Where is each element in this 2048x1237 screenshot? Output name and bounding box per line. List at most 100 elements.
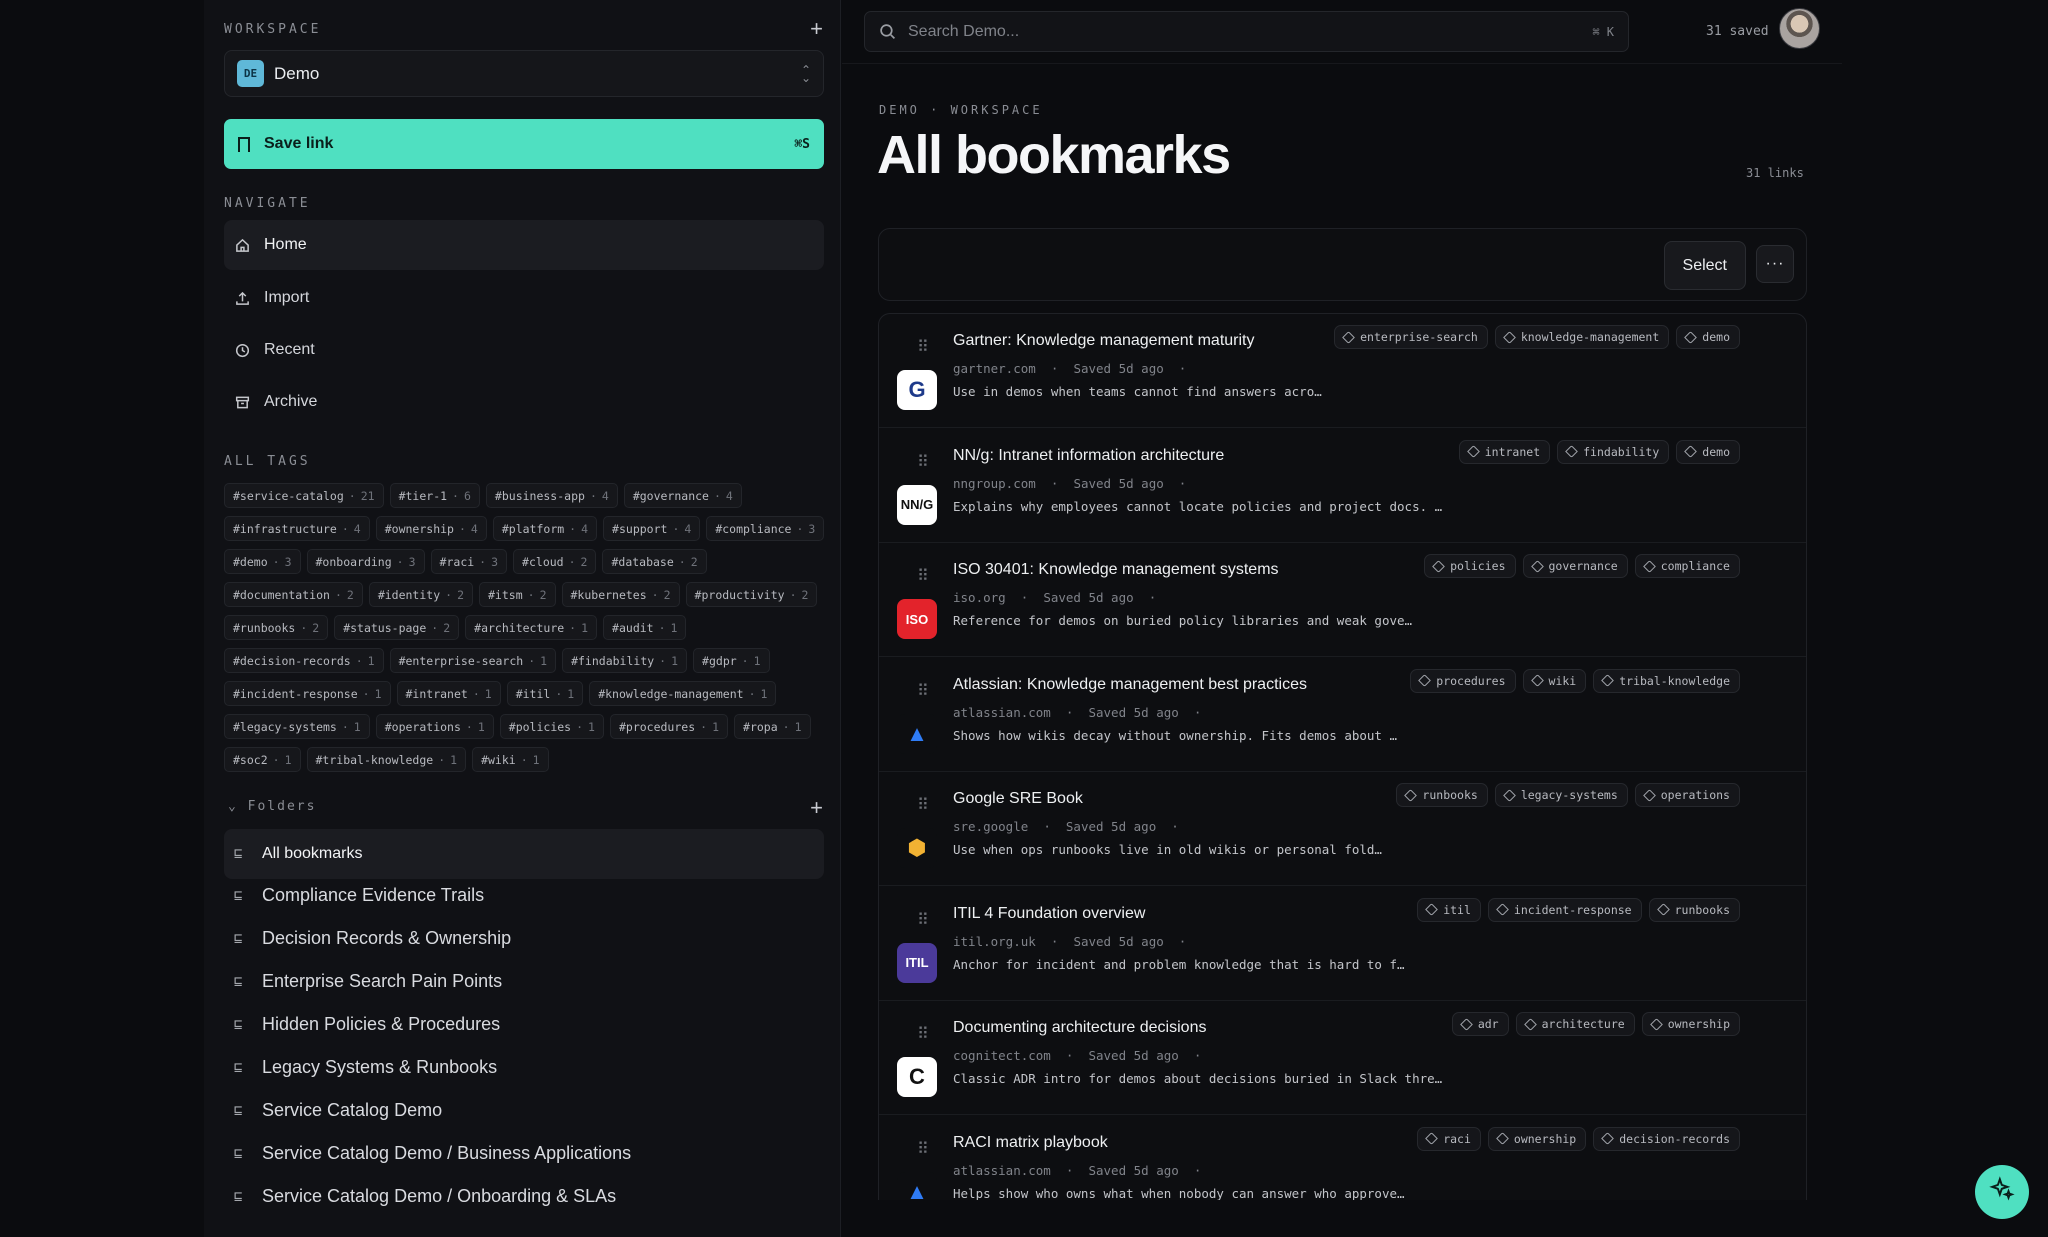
tag-chip[interactable]: #policies · 1 (499, 714, 604, 739)
tag-chip[interactable]: #enterprise-search · 1 (389, 648, 557, 673)
tag-chip[interactable]: #raci · 3 (430, 549, 508, 574)
bookmark-tag[interactable]: knowledge-management (1494, 325, 1670, 349)
bookmark-row[interactable]: ⠿ NN/G NN/g: Intranet information architec… (879, 429, 1806, 543)
bookmark-title[interactable]: Documenting architecture decisions (953, 1019, 1206, 1037)
bookmark-row[interactable]: ⠿ ISO ISO 30401: Knowledge management syst… (879, 543, 1806, 657)
bookmark-row[interactable]: ⠿ C Documenting architecture decisions cogn… (879, 1001, 1806, 1115)
tag-chip[interactable]: #governance · 4 (623, 483, 742, 508)
folder-item[interactable]: ⊑ All bookmarks (224, 829, 824, 879)
bookmark-title[interactable]: NN/g: Intranet information architecture (953, 447, 1224, 465)
folder-item[interactable]: ⊑ Service Catalog Demo (224, 1089, 824, 1132)
folder-item[interactable]: ⊑ Enterprise Search Pain Points (224, 960, 824, 1003)
bookmark-row[interactable]: ⠿ G Gartner: Knowledge management maturity… (879, 314, 1806, 428)
search-input[interactable]: Search Demo... ⌘ K (864, 11, 1629, 52)
tag-chip[interactable]: #tier-1 · 6 (389, 483, 480, 508)
tag-chip[interactable]: #status-page · 2 (334, 615, 460, 640)
bookmark-tag[interactable]: tribal-knowledge (1593, 668, 1740, 693)
bookmark-tag[interactable]: wiki (1522, 668, 1587, 693)
bookmark-tag[interactable]: incident-response (1487, 897, 1642, 922)
bookmark-tag[interactable]: itil (1417, 897, 1481, 922)
workspace-selector[interactable]: DE Demo ⌃ ⌄ (224, 50, 824, 97)
folder-item[interactable]: ⊑ Service Catalog Demo / Onboarding & SLA… (224, 1175, 824, 1218)
bookmark-tag[interactable]: demo (1676, 439, 1740, 464)
tag-chip[interactable]: #documentation · 2 (224, 582, 363, 607)
bookmark-tag[interactable]: adr (1451, 1012, 1509, 1036)
drag-handle-icon[interactable]: ⠿ (917, 454, 930, 471)
tag-chip[interactable]: #ropa · 1 (734, 714, 811, 739)
tag-chip[interactable]: #itil · 1 (506, 681, 584, 706)
tag-chip[interactable]: #intranet · 1 (396, 681, 501, 706)
drag-handle-icon[interactable]: ⠿ (917, 1027, 930, 1043)
bookmark-tag[interactable]: decision-records (1593, 1126, 1740, 1151)
bookmark-title[interactable]: Gartner: Knowledge management maturity (953, 332, 1254, 350)
bookmark-tag[interactable]: enterprise-search (1334, 325, 1488, 349)
bookmark-tag[interactable]: findability (1557, 439, 1670, 464)
bookmark-tag[interactable]: runbooks (1648, 897, 1740, 922)
tag-chip[interactable]: #tribal-knowledge · 1 (306, 747, 467, 772)
tag-chip[interactable]: #platform · 4 (492, 516, 598, 541)
drag-handle-icon[interactable]: ⠿ (917, 569, 930, 585)
tag-chip[interactable]: #soc2 · 1 (224, 747, 301, 772)
bookmark-tag[interactable]: governance (1522, 554, 1628, 578)
bookmark-row[interactable]: ⠿ ▲ Atlassian: Knowledge management best p… (879, 658, 1806, 772)
assistant-button[interactable] (1975, 1165, 2029, 1219)
folder-item[interactable]: ⊑ Compliance Evidence Trails (224, 874, 824, 917)
tag-chip[interactable]: #legacy-systems · 1 (224, 714, 370, 739)
add-folder-icon[interactable]: + (810, 797, 823, 819)
tag-chip[interactable]: #infrastructure · 4 (224, 516, 370, 541)
tag-chip[interactable]: #productivity · 2 (685, 582, 818, 607)
bookmark-row[interactable]: ⠿ ▲ RACI matrix playbook atlassian.com · Sa… (879, 1116, 1806, 1200)
avatar[interactable] (1779, 8, 1820, 49)
bookmark-tag[interactable]: raci (1417, 1126, 1481, 1151)
folder-item[interactable]: ⊑ Service Catalog Demo / Business Applica… (224, 1132, 824, 1175)
tag-chip[interactable]: #procedures · 1 (609, 714, 729, 739)
tag-chip[interactable]: #operations · 1 (375, 714, 494, 739)
bookmark-title[interactable]: Atlassian: Knowledge management best pra… (953, 676, 1307, 694)
tag-chip[interactable]: #itsm · 2 (479, 582, 556, 607)
tag-chip[interactable]: #database · 2 (602, 549, 707, 574)
tag-chip[interactable]: #architecture · 1 (465, 615, 598, 640)
save-link-button[interactable]: Save link ⌘S (224, 119, 824, 169)
folder-item[interactable]: ⊑ Legacy Systems & Runbooks (224, 1046, 824, 1089)
tag-chip[interactable]: #cloud · 2 (513, 549, 597, 574)
tag-chip[interactable]: #gdpr · 1 (693, 648, 770, 673)
bookmark-tag[interactable]: intranet (1458, 439, 1551, 464)
tag-chip[interactable]: #runbooks · 2 (224, 615, 329, 640)
bookmark-title[interactable]: Google SRE Book (953, 790, 1083, 808)
tag-chip[interactable]: #compliance · 3 (706, 516, 825, 541)
bookmark-tag[interactable]: ownership (1487, 1126, 1587, 1151)
tag-chip[interactable]: #audit · 1 (603, 615, 687, 640)
nav-item-home[interactable]: Home (224, 220, 824, 270)
tag-chip[interactable]: #onboarding · 3 (306, 549, 425, 574)
bookmark-title[interactable]: RACI matrix playbook (953, 1134, 1108, 1152)
bookmark-row[interactable]: ⠿ ITIL ITIL 4 Foundation overview itil.org.… (879, 887, 1806, 1001)
bookmark-tag[interactable]: operations (1634, 783, 1740, 807)
drag-handle-icon[interactable]: ⠿ (917, 1141, 930, 1158)
folders-header[interactable]: ⌄ Folders (228, 799, 316, 814)
select-button[interactable]: Select (1663, 241, 1746, 290)
bookmark-tag[interactable]: compliance (1634, 554, 1740, 578)
bookmark-tag[interactable]: architecture (1515, 1012, 1635, 1036)
folder-item[interactable]: ⊑ Decision Records & Ownership (224, 917, 824, 960)
nav-item-recent[interactable]: Recent (224, 325, 824, 375)
tag-chip[interactable]: #service-catalog · 21 (224, 483, 384, 508)
drag-handle-icon[interactable]: ⠿ (917, 340, 930, 356)
tag-chip[interactable]: #incident-response · 1 (224, 681, 391, 706)
nav-item-archive[interactable]: Archive (224, 377, 824, 427)
tag-chip[interactable]: #wiki · 1 (472, 747, 549, 772)
drag-handle-icon[interactable]: ⠿ (917, 798, 930, 814)
tag-chip[interactable]: #findability · 1 (562, 648, 688, 673)
bookmark-title[interactable]: ISO 30401: Knowledge management systems (953, 561, 1279, 579)
bookmark-tag[interactable]: demo (1676, 325, 1740, 349)
tag-chip[interactable]: #identity · 2 (368, 582, 473, 607)
more-options-button[interactable]: ··· (1756, 245, 1794, 283)
bookmark-tag[interactable]: runbooks (1396, 783, 1488, 807)
drag-handle-icon[interactable]: ⠿ (917, 683, 930, 700)
bookmark-tag[interactable]: legacy-systems (1494, 783, 1628, 807)
tag-chip[interactable]: #kubernetes · 2 (561, 582, 680, 607)
tag-chip[interactable]: #knowledge-management · 1 (589, 681, 777, 706)
bookmark-tag[interactable]: ownership (1641, 1012, 1740, 1036)
tag-chip[interactable]: #support · 4 (603, 516, 701, 541)
nav-item-import[interactable]: Import (224, 273, 824, 323)
tag-chip[interactable]: #demo · 3 (224, 549, 301, 574)
